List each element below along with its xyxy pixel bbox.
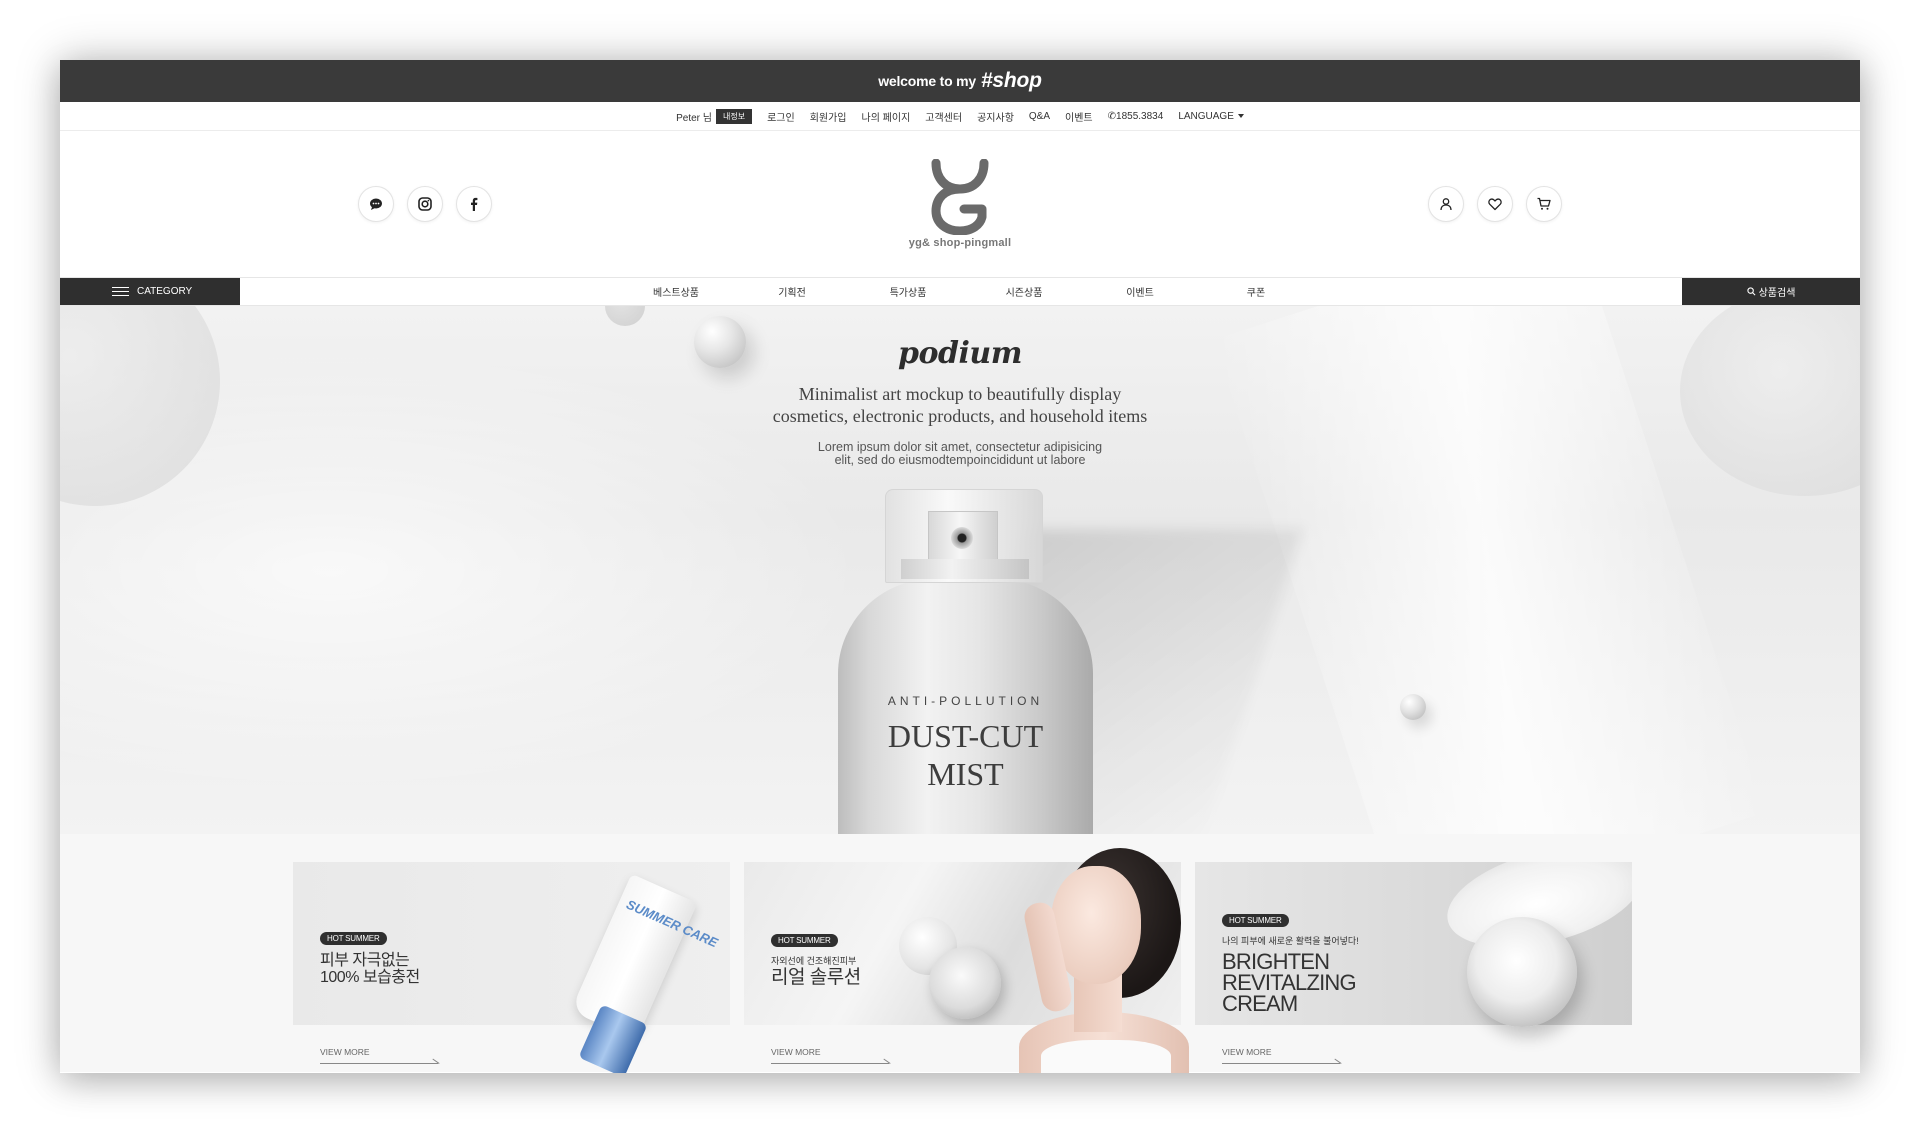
cream-jar-large [929, 947, 1001, 1019]
welcome-text: welcome to my [878, 73, 976, 89]
view-more-link[interactable]: VIEW MORE [771, 1047, 889, 1064]
link-login[interactable]: 로그인 [767, 109, 795, 124]
product-name: DUST-CUT MIST [838, 717, 1093, 793]
search-icon [1746, 287, 1756, 296]
user-name: Peter 님 [676, 112, 712, 124]
nav-item-event[interactable]: 이벤트 [1082, 284, 1198, 299]
promo-banner-1-line2: 100% 보습충전 [320, 969, 420, 986]
promo-banner-1-line1: 피부 자극없는 [320, 952, 410, 969]
main-nav: CATEGORY 베스트상품 기획전 특가상품 시즌상품 이벤트 쿠폰 상품검색 [60, 277, 1860, 306]
bottle-collar [901, 559, 1029, 579]
user-greeting: Peter 님 내정보 [676, 108, 753, 124]
model-photo [999, 848, 1189, 1073]
my-account-button[interactable] [1428, 186, 1464, 222]
utility-bar: Peter 님 내정보 로그인 회원가입 나의 페이지 고객센터 공지사항 Q&… [60, 102, 1860, 131]
caret-down-icon [1237, 114, 1244, 118]
nav-item-best[interactable]: 베스트상품 [618, 284, 734, 299]
chat-icon [370, 198, 382, 210]
welcome-brand: #shop [980, 69, 1042, 92]
logo-text: yg& shop-pingmall [908, 237, 1012, 249]
instagram-button[interactable] [407, 186, 443, 222]
decor-pearl-small [1400, 694, 1426, 720]
view-more-link[interactable]: VIEW MORE [320, 1047, 438, 1064]
cart-button[interactable] [1526, 186, 1562, 222]
hero-banner[interactable]: podium Minimalist art mockup to beautifu… [60, 306, 1860, 834]
cream-jar [1467, 917, 1577, 1027]
promo-banner-3[interactable]: HOT SUMMER 나의 피부에 새로운 활력을 불어넣다! BRIGHTEN… [1195, 862, 1632, 1072]
hero-body-line2: elit, sed do eiusmodtempoincididunt ut l… [834, 453, 1086, 467]
product-subtitle: ANTI-POLLUTION [887, 694, 1044, 708]
link-event[interactable]: 이벤트 [1065, 109, 1093, 124]
facebook-icon [471, 197, 478, 211]
cart-icon [1537, 197, 1551, 210]
phone-icon: ✆ [1107, 110, 1117, 122]
product-search-button[interactable]: 상품검색 [1682, 278, 1860, 305]
nav-item-season[interactable]: 시즌상품 [966, 284, 1082, 299]
hero-product-bottle: ANTI-POLLUTION DUST-CUT MIST [838, 489, 1304, 834]
phone-text: 1855.3834 [1116, 110, 1164, 122]
product-name-line1: DUST-CUT [887, 718, 1044, 754]
welcome-bar: welcome to my #shop [60, 60, 1860, 102]
promo-banner-1[interactable]: HOT SUMMER 피부 자극없는 100% 보습충전 SUMMER CARE… [293, 862, 730, 1073]
hero-copy: podium Minimalist art mockup to beautifu… [60, 336, 1860, 467]
promo-banners: HOT SUMMER 피부 자극없는 100% 보습충전 SUMMER CARE… [60, 834, 1860, 1073]
language-dropdown[interactable]: LANGUAGE [1178, 111, 1244, 122]
logo-mark-icon [931, 159, 989, 235]
link-mypage[interactable]: 나의 페이지 [862, 109, 911, 124]
category-label: CATEGORY [137, 286, 193, 297]
wishlist-button[interactable] [1477, 186, 1513, 222]
promo-banner-3-line2: REVITALZING [1222, 970, 1357, 995]
nozzle-hole [951, 527, 973, 549]
phone-number[interactable]: ✆1855.3834 [1108, 111, 1164, 122]
language-label: LANGUAGE [1178, 110, 1234, 122]
heart-icon [1488, 198, 1502, 211]
promo-banner-2-copy: HOT SUMMER 자외선에 건조해진피부 리얼 솔루션 [771, 930, 861, 988]
promo-banner-2[interactable]: HOT SUMMER 자외선에 건조해진피부 리얼 솔루션 VIEW MORE [744, 848, 1189, 1073]
site-header: yg& shop-pingmall [60, 131, 1860, 277]
model-dress [1041, 1040, 1171, 1073]
hot-summer-tag: HOT SUMMER [320, 932, 387, 945]
hero-subtitle: Minimalist art mockup to beautifully dis… [60, 383, 1860, 427]
hero-title: podium [898, 336, 1022, 371]
site-logo[interactable]: yg& shop-pingmall [860, 159, 1060, 249]
promo-banner-3-line3: CREAM [1222, 991, 1298, 1016]
promo-banner-2-large: 리얼 솔루션 [771, 967, 861, 988]
link-customer-center[interactable]: 고객센터 [925, 109, 962, 124]
nav-item-exhibition[interactable]: 기획전 [734, 284, 850, 299]
nav-item-special-price[interactable]: 특가상품 [850, 284, 966, 299]
chat-button[interactable] [358, 186, 394, 222]
product-name-line2: MIST [927, 756, 1004, 792]
link-qna[interactable]: Q&A [1029, 111, 1050, 122]
user-icon [1440, 198, 1452, 211]
instagram-icon [418, 197, 432, 211]
promo-banner-3-line1: BRIGHTEN [1222, 949, 1330, 974]
promo-banner-2-small: 자외선에 건조해진피부 [771, 956, 857, 966]
hero-subtitle-line2: cosmetics, electronic products, and hous… [772, 406, 1148, 426]
category-button[interactable]: CATEGORY [60, 278, 240, 305]
promo-banner-1-copy: HOT SUMMER 피부 자극없는 100% 보습충전 [320, 928, 420, 986]
hero-subtitle-line1: Minimalist art mockup to beautifully dis… [798, 384, 1122, 404]
hot-summer-tag: HOT SUMMER [771, 934, 838, 947]
hero-body: Lorem ipsum dolor sit amet, consectetur … [60, 441, 1860, 467]
account-actions [1428, 186, 1562, 222]
browser-page: welcome to my #shop Peter 님 내정보 로그인 회원가입… [60, 60, 1860, 1073]
link-notice[interactable]: 공지사항 [977, 109, 1014, 124]
view-more-link[interactable]: VIEW MORE [1222, 1047, 1340, 1064]
link-signup[interactable]: 회원가입 [810, 109, 847, 124]
hamburger-icon [112, 287, 129, 296]
facebook-button[interactable] [456, 186, 492, 222]
promo-banner-3-small: 나의 피부에 새로운 활력을 불어넣다! [1222, 936, 1359, 946]
promo-banner-3-copy: HOT SUMMER 나의 피부에 새로운 활력을 불어넣다! BRIGHTEN… [1222, 910, 1359, 1016]
nav-menu: 베스트상품 기획전 특가상품 시즌상품 이벤트 쿠폰 [240, 278, 1682, 305]
social-links [358, 186, 492, 222]
my-info-badge[interactable]: 내정보 [715, 108, 753, 124]
nav-item-coupon[interactable]: 쿠폰 [1198, 284, 1314, 299]
search-label: 상품검색 [1758, 288, 1796, 299]
hot-summer-tag: HOT SUMMER [1222, 914, 1289, 927]
